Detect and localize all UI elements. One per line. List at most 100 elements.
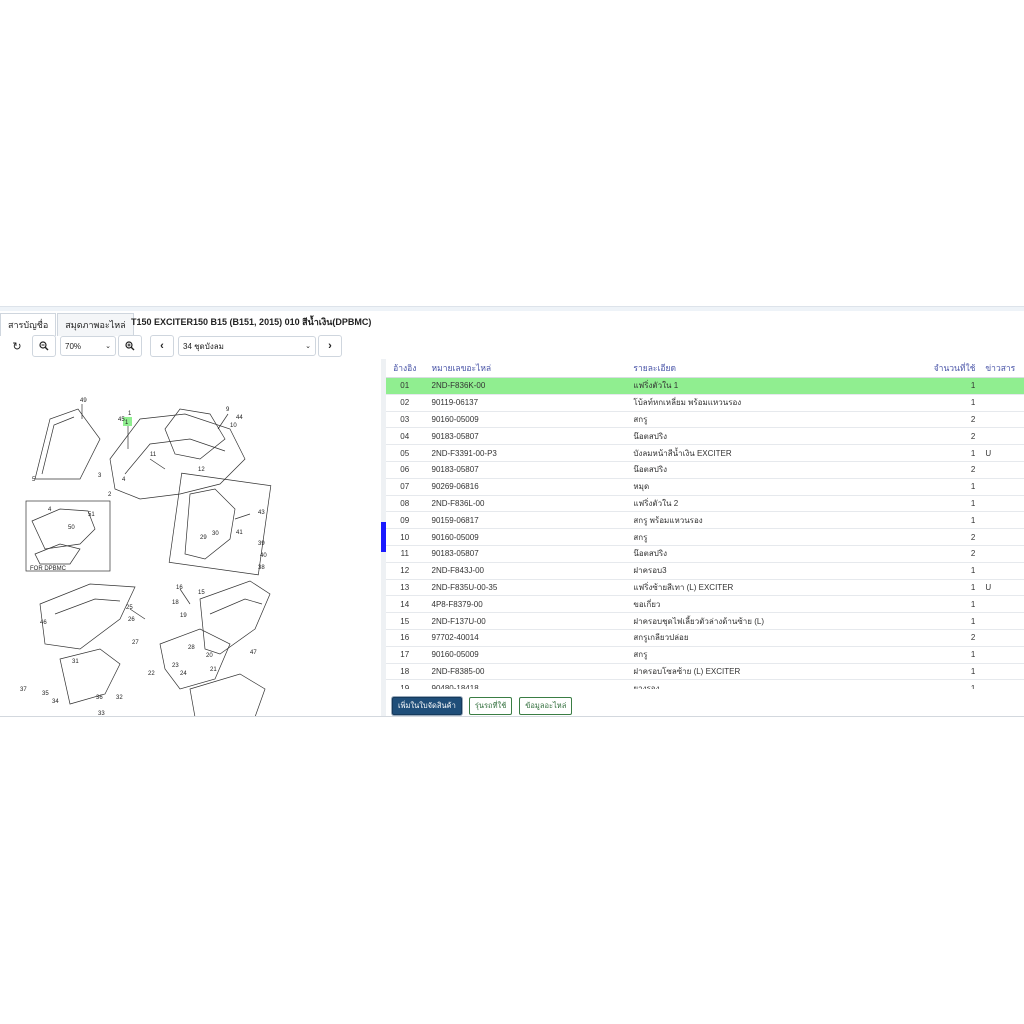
callout-label[interactable]: 12	[198, 467, 205, 473]
table-row[interactable]: 01 2ND-F836K-00 แฟริ่งตัวใน 11	[386, 377, 1024, 395]
callout-label[interactable]: 34	[52, 699, 59, 705]
part-info-button[interactable]: ข้อมูลอะไหล่	[519, 697, 573, 715]
callout-label[interactable]: 16	[176, 585, 183, 591]
table-row[interactable]: 08 2ND-F836L-00 แฟริ่งตัวใน 21	[386, 495, 1024, 513]
cell-part-number: 90183-05807	[423, 461, 626, 479]
table-row[interactable]: 09 90159-06817 สกรู พร้อมแหวนรอง 1	[386, 511, 1024, 530]
callout-label[interactable]: 11	[150, 452, 157, 458]
cell-ref: 19	[386, 679, 424, 689]
windscreen-line	[41, 416, 75, 475]
col-part-header[interactable]: หมายเลขอะไหล่	[423, 359, 626, 378]
callout-label[interactable]: 28	[188, 645, 195, 651]
callout-label[interactable]: 25	[126, 605, 133, 611]
tab-parts-book[interactable]: สมุดภาพอะไหล่	[57, 313, 134, 336]
parts-diagram[interactable]: 1 FOR DPBMC 49 45 1 9 44 10 3 4 11 12 2 5 51 4 50 29 30 4…	[0, 359, 381, 717]
zoom-in-button[interactable]	[118, 335, 142, 357]
callout-label[interactable]: 51	[88, 512, 95, 518]
cell-quantity: 1	[898, 511, 984, 530]
compatible-models-button[interactable]: รุ่นรถที่ใช้	[468, 697, 513, 715]
table-row[interactable]: 12 2ND-F843J-00 ฝาครอบ3 1	[386, 562, 1024, 580]
cell-description: หมุด	[625, 478, 899, 496]
table-row[interactable]: 06 90183-05807 น๊อตสปริง 2	[386, 461, 1024, 479]
cell-ref: 10	[386, 528, 424, 546]
table-row[interactable]: 10 90160-05009 สกรู 2	[386, 528, 1024, 546]
callout-label[interactable]: 1	[128, 411, 132, 417]
cell-news	[983, 629, 1024, 647]
callout-label[interactable]: 23	[172, 663, 179, 669]
table-row[interactable]: 15 2ND-F137U-00 ฝาครอบชุดไฟเลี้ยวตัวล่างด้…	[386, 612, 1024, 630]
callout-label[interactable]: 2	[108, 492, 112, 498]
callout-label[interactable]: 26	[128, 617, 135, 623]
callout-label[interactable]: 45	[118, 417, 125, 423]
callout-label[interactable]: 21	[210, 667, 217, 673]
table-row[interactable]: 14 4P8-F8379-00 ขอเกี่ยว 1	[386, 595, 1024, 614]
callout-label[interactable]: 44	[236, 415, 243, 421]
callout-label[interactable]: 35	[42, 691, 49, 697]
cell-news	[983, 478, 1024, 496]
callout-label[interactable]: 38	[258, 565, 265, 571]
action-bar: เพิ่มในใบจัดสินค้า รุ่นรถที่ใช้ ข้อมูลอะ…	[392, 697, 579, 715]
table-row[interactable]: 04 90183-05807 น๊อตสปริง 2	[386, 427, 1024, 446]
callout-label[interactable]: 31	[72, 659, 79, 665]
callout-label[interactable]: 37	[20, 687, 27, 693]
col-qty-header[interactable]: จำนวนที่ใช้	[898, 359, 984, 378]
refresh-icon: ↻	[12, 340, 22, 353]
add-to-cart-button[interactable]: เพิ่มในใบจัดสินค้า	[392, 697, 462, 715]
cell-ref: 18	[386, 663, 424, 681]
callout-label[interactable]: 40	[260, 553, 267, 559]
refresh-button[interactable]: ↻	[6, 336, 28, 356]
callout-label[interactable]: 20	[206, 653, 213, 659]
callout-label[interactable]: 19	[180, 613, 187, 619]
table-row[interactable]: 17 90160-05009 สกรู 1	[386, 646, 1024, 664]
callout-label[interactable]: 43	[258, 510, 265, 516]
previous-page-button[interactable]: ‹	[150, 335, 174, 357]
callout-label[interactable]: 41	[236, 530, 243, 536]
callout-label[interactable]: 9	[226, 407, 230, 413]
col-news-header[interactable]: ข่าวสาร	[983, 359, 1024, 378]
callout-label[interactable]: 30	[212, 531, 219, 537]
callout-label[interactable]: 32	[116, 695, 123, 701]
table-row[interactable]: 02 90119-06137 โบ้ลท์หกเหลี่ยม พร้อมแหวนรอ…	[386, 394, 1024, 412]
cell-news: U	[983, 444, 1024, 462]
table-row[interactable]: 16 97702-40014 สกรูเกลียวปล่อย 2	[386, 629, 1024, 647]
callout-label[interactable]: 4	[48, 507, 52, 513]
callout-label[interactable]: 27	[132, 640, 139, 646]
cell-part-number: 90183-05807	[423, 427, 626, 446]
page-select[interactable]: 34 ชุดบังลม ⌄	[178, 336, 316, 356]
zoom-value: 70%	[65, 341, 82, 351]
callout-label[interactable]: 39	[258, 541, 265, 547]
table-row[interactable]: 07 90269-06816 หมุด 1	[386, 478, 1024, 496]
callout-label[interactable]: 46	[40, 620, 47, 626]
cell-news	[983, 612, 1024, 630]
table-row[interactable]: 19 90480-18418 ยางรอง 1	[386, 679, 1024, 689]
table-row[interactable]: 18 2ND-F8385-00 ฝาครอบโซลซ้าย (L) EXCITER 1	[386, 663, 1024, 681]
callout-label[interactable]: 24	[180, 671, 187, 677]
callout-label[interactable]: 3	[98, 473, 102, 479]
callout-label[interactable]: 36	[96, 695, 103, 701]
table-row[interactable]: 11 90183-05807 น๊อตสปริง 2	[386, 545, 1024, 563]
table-row[interactable]: 03 90160-05009 สกรู 2	[386, 411, 1024, 429]
callout-label[interactable]: 4	[122, 477, 126, 483]
cell-description: ฝาครอบโซลซ้าย (L) EXCITER	[625, 663, 899, 681]
tab-contents[interactable]: สารบัญชื่อ	[0, 313, 57, 336]
callout-label[interactable]: 18	[172, 600, 179, 606]
table-row[interactable]: 05 2ND-F3391-00-P3 บังลมหน้าสีน้ำเงิน EXCI…	[386, 444, 1024, 462]
callout-label[interactable]: 50	[68, 525, 75, 531]
callout-label[interactable]: 15	[198, 590, 205, 596]
zoom-out-button[interactable]	[32, 335, 56, 357]
callout-label[interactable]: 10	[230, 423, 237, 429]
cell-part-number: 90480-18418	[423, 679, 626, 689]
callout-label[interactable]: 29	[200, 535, 207, 541]
cell-description: ขอเกี่ยว	[625, 595, 899, 614]
zoom-select[interactable]: 70% ⌄	[60, 336, 116, 356]
next-page-button[interactable]: ›	[318, 335, 342, 357]
table-row[interactable]: 13 2ND-F835U-00-35 แฟริ่งซ้ายสีเทา (L) EXC…	[386, 579, 1024, 597]
cell-news	[983, 595, 1024, 614]
callout-label[interactable]: 49	[80, 398, 87, 404]
cell-description: น๊อตสปริง	[625, 461, 899, 479]
col-ref-header[interactable]: อ้างอิง	[386, 359, 424, 378]
col-desc-header[interactable]: รายละเอียด	[625, 359, 899, 378]
callout-label[interactable]: 47	[250, 650, 257, 656]
callout-label[interactable]: 22	[148, 671, 155, 677]
cell-news	[983, 511, 1024, 530]
